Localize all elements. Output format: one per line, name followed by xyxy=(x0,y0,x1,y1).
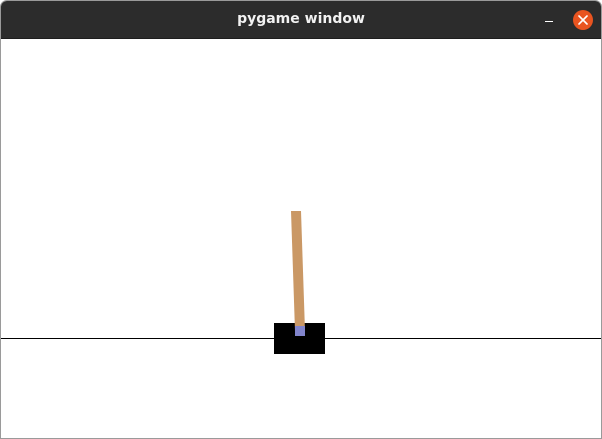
game-canvas[interactable] xyxy=(1,39,601,438)
close-icon xyxy=(578,15,588,25)
minimize-icon xyxy=(545,21,553,22)
cartpole-scene xyxy=(1,39,601,438)
pole-axle xyxy=(295,326,305,336)
pygame-window: pygame window xyxy=(0,0,602,439)
minimize-button[interactable] xyxy=(538,9,560,31)
title-bar[interactable]: pygame window xyxy=(1,1,601,39)
close-button[interactable] xyxy=(573,10,593,30)
window-title: pygame window xyxy=(237,11,365,27)
